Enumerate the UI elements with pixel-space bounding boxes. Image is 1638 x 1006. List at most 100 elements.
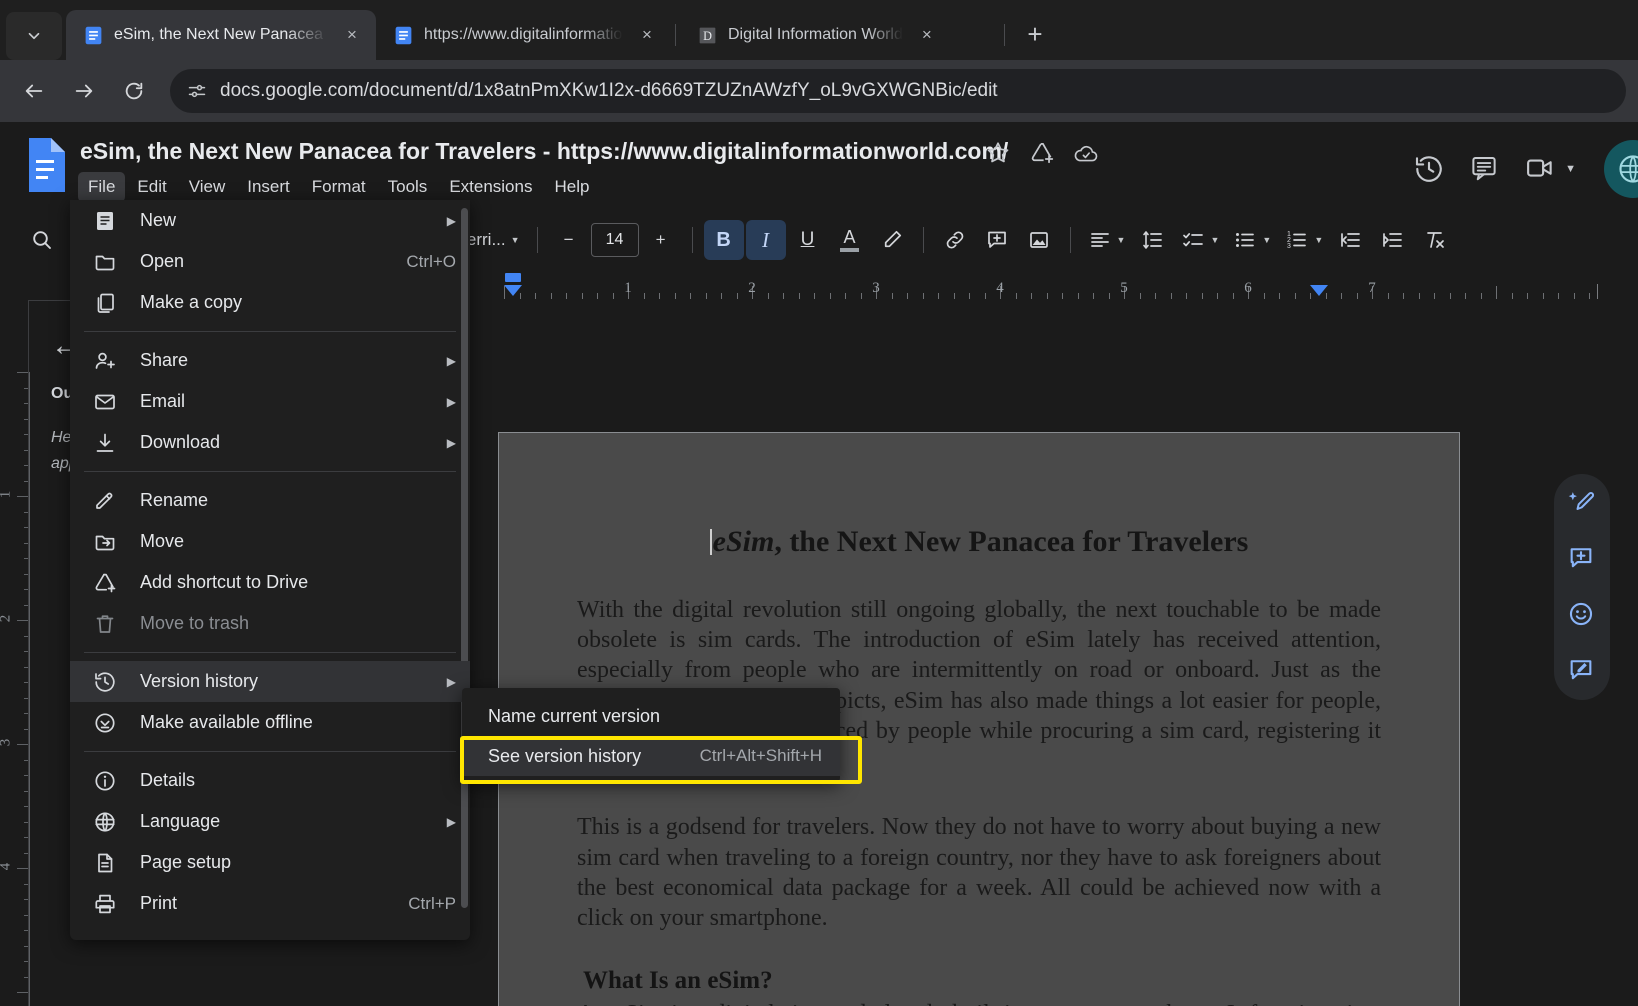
ruler-tick (1589, 293, 1590, 299)
tab-search-button[interactable] (6, 12, 62, 60)
italic-button[interactable]: I (745, 220, 786, 260)
line-spacing-button[interactable] (1133, 220, 1173, 260)
file-menu-item-page-setup[interactable]: Page setup (70, 842, 470, 883)
file-menu-item-make-available-offline[interactable]: Make available offline (70, 702, 470, 743)
menu-edit[interactable]: Edit (127, 172, 176, 202)
left-indent-marker[interactable] (504, 285, 522, 296)
version-history-submenu[interactable]: Name current version See version history C… (462, 688, 840, 782)
insert-image-button[interactable] (1019, 220, 1059, 260)
submenu-arrow-icon: ▶ (446, 814, 456, 829)
increase-font-size-button[interactable]: + (641, 220, 681, 260)
insert-link-button[interactable] (935, 220, 975, 260)
site-settings-icon[interactable] (180, 74, 214, 108)
numbered-list-button[interactable]: 123 ▼ (1279, 220, 1329, 260)
browser-tab-1[interactable]: https://www.digitalinformationw × (376, 10, 671, 60)
suggest-edit-icon[interactable] (1567, 656, 1597, 686)
ruler-tick (938, 293, 939, 299)
bold-button[interactable]: B (703, 220, 744, 260)
file-menu-item-share[interactable]: Share ▶ (70, 340, 470, 381)
tab-close-button[interactable]: × (633, 21, 661, 49)
menu-help[interactable]: Help (544, 172, 599, 202)
avatar[interactable] (1604, 140, 1638, 198)
submenu-item-name-current-version[interactable]: Name current version (462, 696, 840, 736)
meet-icon[interactable] (1525, 153, 1557, 185)
right-indent-marker[interactable] (1310, 285, 1328, 296)
search-icon (33, 231, 51, 249)
document-scroll-area[interactable]: eSim, the Next New Panacea for Travelers… (484, 300, 1638, 1006)
browser-tab-0[interactable]: eSim, the Next New Panacea for Travelers… (66, 10, 376, 60)
decrease-indent-button[interactable] (1331, 220, 1371, 260)
language-icon (92, 809, 118, 835)
menu-insert[interactable]: Insert (237, 172, 300, 202)
file-menu-item-make-a-copy[interactable]: Make a copy (70, 282, 470, 323)
ruler-tick (1387, 293, 1389, 299)
file-menu-item-details[interactable]: Details (70, 760, 470, 801)
folder-icon (95, 255, 115, 270)
ruler-tick (535, 293, 536, 299)
browser-tab-2[interactable]: D Digital Information World × (680, 10, 1000, 60)
menu-tools[interactable]: Tools (378, 172, 438, 202)
align-button[interactable]: ▼ (1082, 220, 1132, 260)
tab-close-button[interactable]: × (338, 21, 366, 49)
file-menu-item-download[interactable]: Download ▶ (70, 422, 470, 463)
file-menu-item-email[interactable]: Email ▶ (70, 381, 470, 422)
link-icon (946, 231, 963, 249)
tab-title: https://www.digitalinformationw (424, 26, 623, 43)
star-icon[interactable] (985, 140, 1011, 166)
font-size-input[interactable]: 14 (590, 223, 639, 257)
toolbar-divider (1069, 227, 1071, 253)
file-menu-item-new[interactable]: New ▶ (70, 200, 470, 241)
file-menu-dropdown[interactable]: New ▶ Open Ctrl+O Make a copy Share ▶ Email ▶ Dow… (70, 200, 470, 940)
back-button[interactable] (12, 69, 56, 113)
text-color-button[interactable]: A (830, 220, 870, 260)
person-add-icon (95, 352, 115, 369)
menu-view[interactable]: View (179, 172, 236, 202)
checklist-button[interactable]: ▼ (1175, 220, 1225, 260)
file-menu-item-rename[interactable]: Rename (70, 480, 470, 521)
ruler-tick (1077, 293, 1079, 299)
comment-history-icon[interactable] (1469, 153, 1501, 185)
file-menu-item-add-shortcut-to-drive[interactable]: Add shortcut to Drive (70, 562, 470, 603)
menu-format[interactable]: Format (302, 172, 376, 202)
submenu-item-see-version-history[interactable]: See version history Ctrl+Alt+Shift+H (462, 736, 840, 776)
file-menu-item-open[interactable]: Open Ctrl+O (70, 241, 470, 282)
submenu-item-label: Name current version (488, 705, 661, 726)
trash-icon (92, 611, 118, 637)
tab-close-button[interactable]: × (913, 21, 941, 49)
reload-button[interactable] (112, 69, 156, 113)
history-icon (95, 671, 115, 692)
bulleted-list-button[interactable]: ▼ (1227, 220, 1277, 260)
first-line-indent-marker[interactable] (505, 273, 521, 282)
menu-extensions[interactable]: Extensions (439, 172, 542, 202)
menu-file[interactable]: File (78, 172, 126, 202)
highlight-color-button[interactable] (872, 220, 912, 260)
text-color-swatch (840, 248, 860, 252)
magic-edit-icon[interactable] (1567, 488, 1597, 518)
search-button[interactable] (22, 220, 62, 260)
meet-dropdown-caret[interactable]: ▼ (1565, 163, 1576, 175)
version-history-icon[interactable] (1413, 153, 1445, 185)
file-menu-item-version-history[interactable]: Version history ▶ (70, 661, 470, 702)
add-comment-button[interactable] (977, 220, 1017, 260)
underline-button[interactable]: U (788, 220, 828, 260)
file-menu-item-move[interactable]: Move (70, 521, 470, 562)
clear-formatting-button[interactable] (1415, 220, 1455, 260)
emoji-reaction-icon[interactable] (1567, 600, 1597, 630)
toolbar-divider (691, 227, 693, 253)
file-menu-item-language[interactable]: Language ▶ (70, 801, 470, 842)
add-comment-icon[interactable] (1567, 544, 1597, 574)
ruler-number: 5 (1120, 280, 1128, 296)
saved-to-drive-icon[interactable] (1073, 140, 1099, 166)
docs-menubar: File Edit View Insert Format Tools Exten… (78, 172, 599, 202)
decrease-font-size-button[interactable]: − (549, 220, 589, 260)
move-to-drive-icon[interactable] (1029, 140, 1055, 166)
new-tab-button[interactable]: + (1017, 16, 1053, 52)
submenu-item-label: See version history (488, 745, 642, 766)
url-bar[interactable]: docs.google.com/document/d/1x8atnPmXKw1I… (170, 69, 1626, 113)
increase-indent-button[interactable] (1373, 220, 1413, 260)
file-menu-item-print[interactable]: Print Ctrl+P (70, 883, 470, 924)
forward-button[interactable] (62, 69, 106, 113)
document-title[interactable]: eSim, the Next New Panacea for Travelers… (80, 138, 1008, 165)
ruler-tick (1217, 293, 1218, 299)
menu-divider (84, 331, 456, 332)
